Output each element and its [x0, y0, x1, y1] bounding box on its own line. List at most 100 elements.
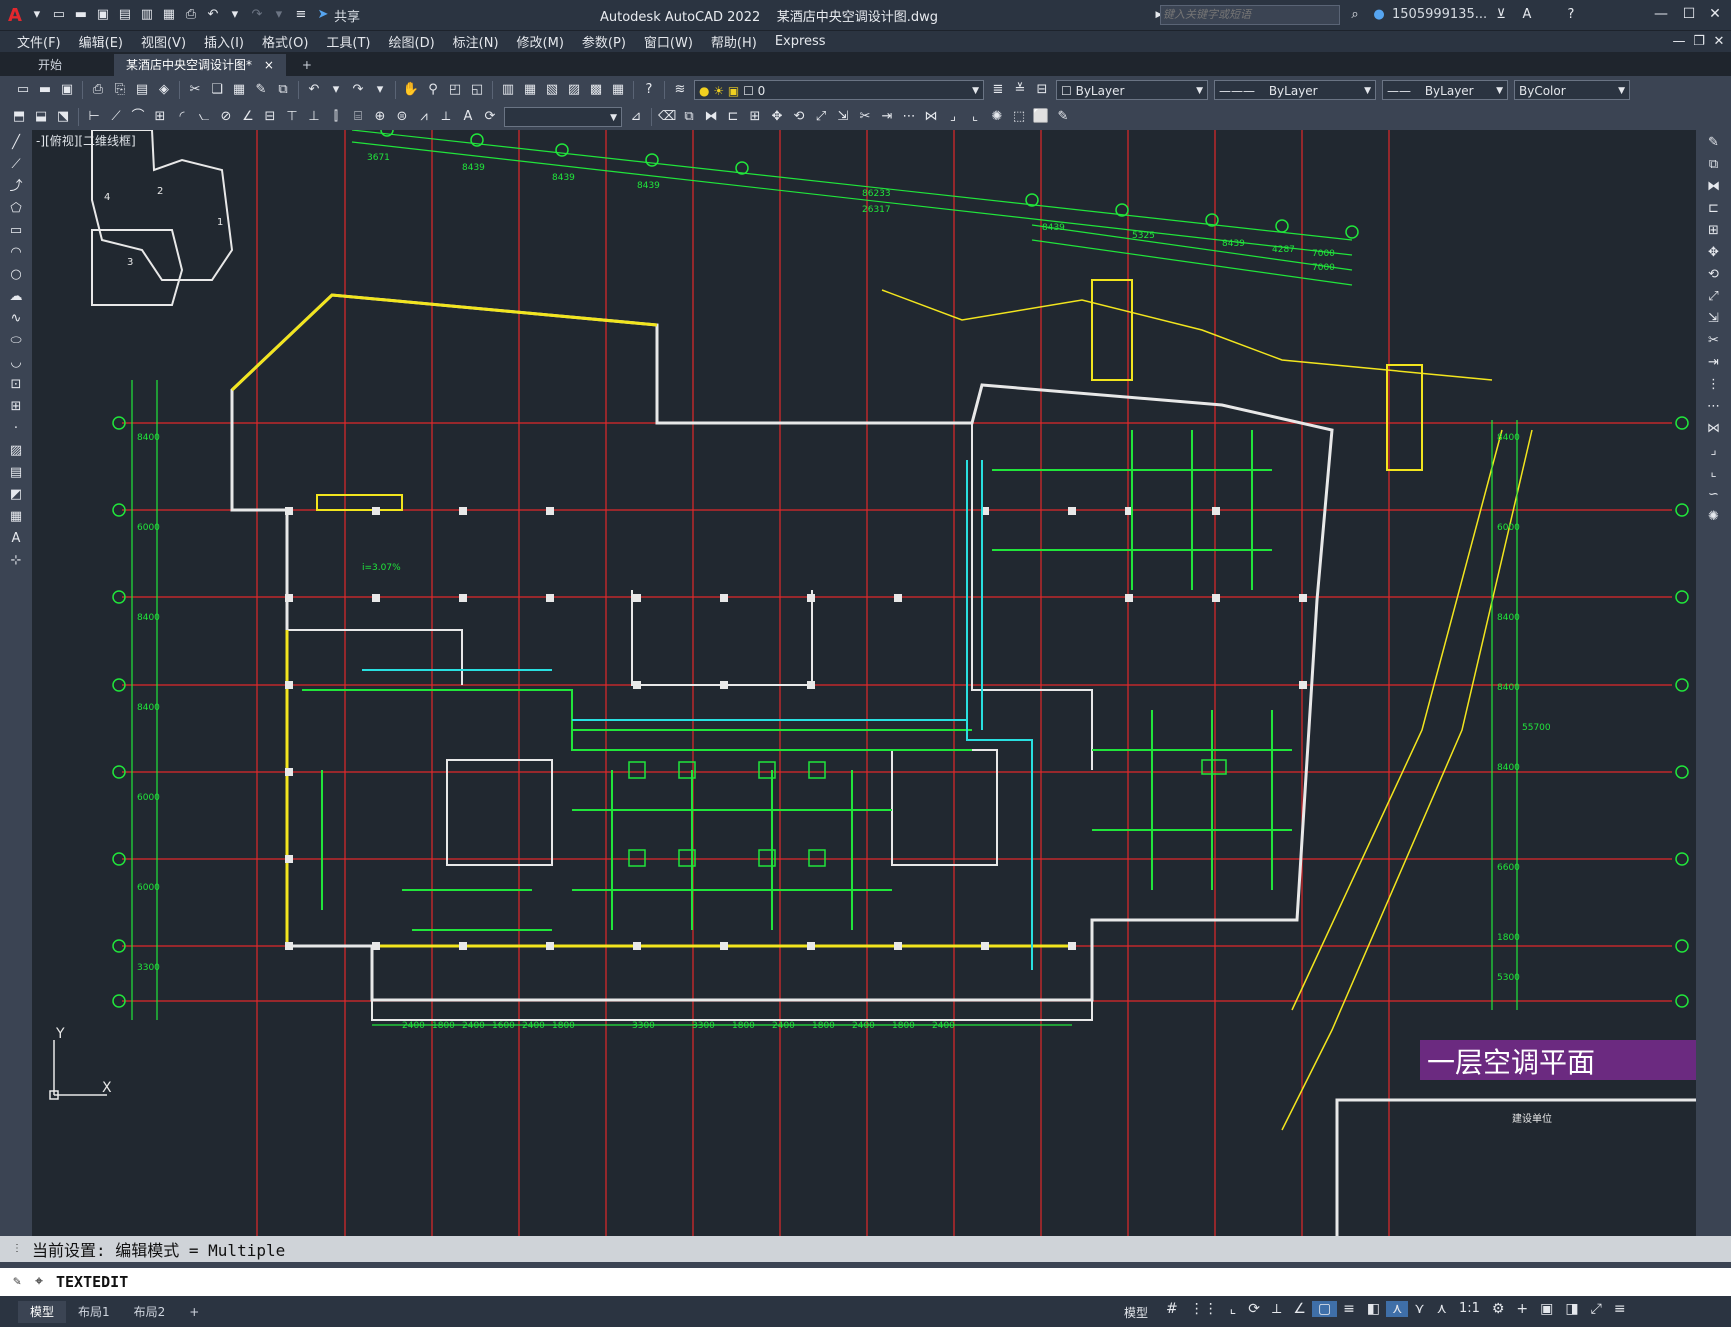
dim-jogged-icon[interactable]: ⦦ [195, 108, 213, 126]
move-icon[interactable]: ✥ [1703, 244, 1725, 262]
paste-icon[interactable]: ▦ [230, 81, 248, 99]
menu-window[interactable]: 窗口(W) [635, 32, 702, 51]
extend-icon[interactable]: ⇥ [1703, 354, 1725, 372]
dim-text-edit-icon[interactable]: A [459, 108, 477, 126]
search-input[interactable] [1160, 5, 1340, 25]
menu-dimension[interactable]: 标注(N) [444, 32, 508, 51]
polar-icon[interactable]: ⟳ [1242, 1301, 1266, 1317]
ungroup-icon[interactable]: ⬜ [1032, 108, 1050, 126]
open-icon[interactable]: ▬ [36, 81, 54, 99]
dim-linear-icon[interactable]: ⊢ [85, 108, 103, 126]
draworder-icon[interactable]: ⬒ [10, 108, 28, 126]
dim-ordinate-icon[interactable]: ⊞ [151, 108, 169, 126]
move-icon[interactable]: ✥ [768, 108, 786, 126]
help-icon[interactable]: ? [640, 81, 658, 99]
fillet-icon[interactable]: ⌞ [966, 108, 984, 126]
copy-object-icon[interactable]: ⧉ [680, 108, 698, 126]
user-icon[interactable]: ● [1370, 6, 1388, 24]
properties-icon[interactable]: ▥ [499, 81, 517, 99]
mtext-icon[interactable]: A [5, 530, 27, 548]
draworder-back-icon[interactable]: ⬔ [54, 108, 72, 126]
linetype-dropdown[interactable]: ——— ByLayer ▼ [1214, 80, 1376, 100]
fullscreen-icon[interactable]: ⤢ [1585, 1301, 1608, 1317]
array-icon[interactable]: ⊞ [746, 108, 764, 126]
doc-close-icon[interactable]: ✕ [1710, 33, 1728, 51]
inspect-icon[interactable]: ⊜ [393, 108, 411, 126]
new-tab-button[interactable]: + [290, 54, 324, 76]
erase-icon[interactable]: ⌫ [658, 108, 676, 126]
minimize-icon[interactable]: — [1646, 6, 1676, 22]
redo-icon[interactable]: ↷ [349, 81, 367, 99]
doc-minimize-icon[interactable]: — [1670, 33, 1688, 51]
zoom-realtime-icon[interactable]: ⚲ [424, 81, 442, 99]
plot-icon[interactable]: ⎙ [89, 81, 107, 99]
explode-icon[interactable]: ✺ [1703, 508, 1725, 526]
edit-text-icon[interactable]: ✎ [1054, 108, 1072, 126]
break-icon[interactable]: ⋯ [1703, 398, 1725, 416]
break-point-icon[interactable]: ⋮ [1703, 376, 1725, 394]
menu-parametric[interactable]: 参数(P) [573, 32, 635, 51]
plot-icon[interactable]: ⎙ [182, 6, 200, 24]
osnap-icon[interactable]: ▢ [1311, 1301, 1338, 1317]
tab-drawing[interactable]: 某酒店中央空调设计图* × [114, 54, 286, 76]
polyline-icon[interactable]: ⤴ [5, 178, 27, 196]
customize-icon[interactable]: ≡ [1608, 1301, 1632, 1317]
annotation-scale[interactable]: 1:1 [1453, 1301, 1486, 1317]
design-center-icon[interactable]: ▦ [521, 81, 539, 99]
scale-icon[interactable]: ⤢ [812, 108, 830, 126]
lineweight-icon[interactable]: ≡ [1337, 1301, 1361, 1317]
rotate-icon[interactable]: ⟲ [790, 108, 808, 126]
cut-icon[interactable]: ✂ [186, 81, 204, 99]
revcloud-icon[interactable]: ☁ [5, 288, 27, 306]
publish-icon[interactable]: ▤ [133, 81, 151, 99]
dim-baseline-icon[interactable]: ⊤ [283, 108, 301, 126]
tab-start[interactable]: 开始 [26, 54, 74, 76]
dim-edit-icon[interactable]: ⟂ [437, 108, 455, 126]
undo-icon[interactable]: ↶ [305, 81, 323, 99]
jogged-linear-icon[interactable]: ⩘ [415, 108, 433, 126]
rotate-icon[interactable]: ⟲ [1703, 266, 1725, 284]
cart-icon[interactable]: ⊻ [1492, 6, 1510, 24]
layer-properties-icon[interactable]: ≋ [671, 81, 689, 99]
zoom-previous-icon[interactable]: ◱ [468, 81, 486, 99]
markup-icon[interactable]: ▩ [587, 81, 605, 99]
hatch-icon[interactable]: ▨ [5, 442, 27, 460]
plotstyle-dropdown[interactable]: ByColor ▼ [1514, 80, 1630, 100]
dim-aligned-icon[interactable]: ⟋ [107, 108, 125, 126]
tab-close-icon[interactable]: × [264, 58, 274, 72]
layer-dropdown[interactable]: ● ☀ ▣ ☐ 0 ▼ [694, 80, 984, 100]
menu-file[interactable]: 文件(F) [8, 32, 70, 51]
dim-radius-icon[interactable]: ◜ [173, 108, 191, 126]
make-current-icon[interactable]: ≣ [989, 81, 1007, 99]
dim-angular-icon[interactable]: ∠ [239, 108, 257, 126]
share-button[interactable]: 共享 [334, 6, 360, 25]
undo-dropdown-icon[interactable]: ▾ [226, 6, 244, 24]
fillet-icon[interactable]: ⌞ [1703, 464, 1725, 482]
selection-cycling-icon[interactable]: ⋏ [1386, 1301, 1409, 1317]
redo-dropdown-icon[interactable]: ▾ [371, 81, 389, 99]
autodesk-app-icon[interactable]: A [1518, 6, 1536, 24]
hardware-acceleration-icon[interactable]: ▣ [1534, 1301, 1559, 1317]
line-icon[interactable]: ╱ [5, 134, 27, 152]
save-icon[interactable]: ▣ [94, 6, 112, 24]
zoom-window-icon[interactable]: ◰ [446, 81, 464, 99]
wrench-icon[interactable]: ✎ [8, 1273, 26, 1291]
command-line[interactable]: ✎ ⌖ TEXTEDIT [0, 1268, 1731, 1296]
offset-icon[interactable]: ⊏ [724, 108, 742, 126]
new-icon[interactable]: ▭ [50, 6, 68, 24]
explode-icon[interactable]: ✺ [988, 108, 1006, 126]
auto-scale-icon[interactable]: ⋏ [1431, 1301, 1453, 1317]
undo-dropdown-icon[interactable]: ▾ [327, 81, 345, 99]
share-icon[interactable]: ➤ [314, 6, 332, 24]
add-selected-icon[interactable]: ⊹ [5, 552, 27, 570]
match-properties-icon[interactable]: ✎ [252, 81, 270, 99]
redo-dropdown-icon[interactable]: ▾ [270, 6, 288, 24]
menu-insert[interactable]: 插入(I) [195, 32, 253, 51]
menu-edit[interactable]: 编辑(E) [70, 32, 132, 51]
stretch-icon[interactable]: ⇲ [834, 108, 852, 126]
block-editor-icon[interactable]: ⧉ [274, 81, 292, 99]
dim-continue-icon[interactable]: ⊥ [305, 108, 323, 126]
help-icon[interactable]: ? [1562, 6, 1580, 24]
app-menu-arrow-icon[interactable]: ▾ [28, 6, 46, 24]
isodraft-icon[interactable]: ⟂ [1266, 1301, 1287, 1317]
